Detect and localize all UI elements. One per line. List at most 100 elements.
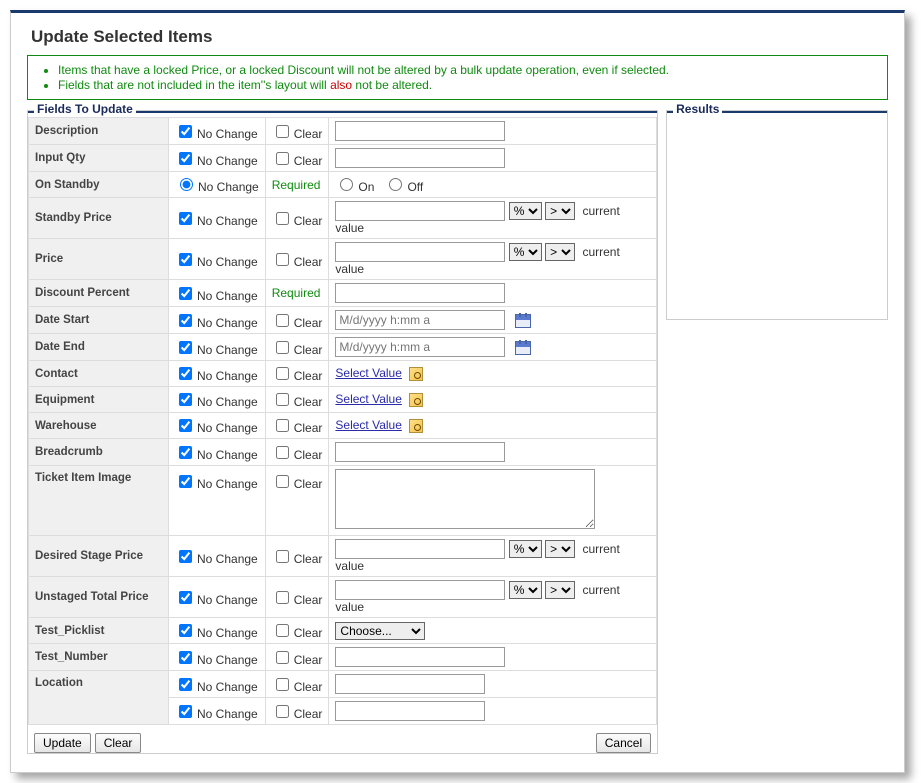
row-ticket-item-image: Ticket Item Image No Change Clear <box>29 466 657 536</box>
nochange-warehouse[interactable] <box>179 419 192 432</box>
input-breadcrumb[interactable] <box>335 442 505 462</box>
nochange-date-start[interactable] <box>179 314 192 327</box>
cancel-button[interactable]: Cancel <box>596 733 651 753</box>
input-unstaged-total-price[interactable] <box>335 580 505 600</box>
nochange-contact[interactable] <box>179 367 192 380</box>
results-panel: Results <box>666 110 888 320</box>
calendar-icon[interactable] <box>515 341 531 355</box>
select-value-equipment[interactable]: Select Value <box>335 392 402 406</box>
clear-location-1[interactable] <box>276 678 289 691</box>
clear-input-qty[interactable] <box>276 152 289 165</box>
input-location-1[interactable] <box>335 674 485 694</box>
input-standby-price[interactable] <box>335 201 505 221</box>
input-input-qty[interactable] <box>335 148 505 168</box>
clear-breadcrumb[interactable] <box>276 446 289 459</box>
fields-to-update-panel: Fields To Update Description No Change C… <box>27 110 658 754</box>
unit-unstaged-total-price[interactable]: % <box>509 581 542 599</box>
row-contact: Contact No Change Clear Select Value <box>29 361 657 387</box>
clear-equipment[interactable] <box>276 393 289 406</box>
label-breadcrumb: Breadcrumb <box>29 439 169 466</box>
label-contact: Contact <box>29 361 169 387</box>
select-value-contact[interactable]: Select Value <box>335 366 402 380</box>
row-description: Description No Change Clear <box>29 118 657 145</box>
clear-location-2[interactable] <box>276 705 289 718</box>
nochange-standby-price[interactable] <box>179 212 192 225</box>
radio-off[interactable] <box>389 178 402 191</box>
nochange-test-picklist[interactable] <box>179 624 192 637</box>
nochange-input-qty[interactable] <box>179 152 192 165</box>
nochange-equipment[interactable] <box>179 393 192 406</box>
clear-date-end[interactable] <box>276 341 289 354</box>
clear-contact[interactable] <box>276 367 289 380</box>
input-date-end[interactable] <box>335 337 505 357</box>
nochange-test-number[interactable] <box>179 651 192 664</box>
nochange-discount-percent[interactable] <box>179 287 192 300</box>
nochange-on-standby[interactable] <box>180 178 193 191</box>
textarea-ticket-item-image[interactable] <box>335 469 595 529</box>
label-on-standby: On Standby <box>29 172 169 198</box>
fields-table: Description No Change Clear Input Qty No… <box>28 117 657 725</box>
row-date-end: Date End No Change Clear <box>29 334 657 361</box>
nochange-date-end[interactable] <box>179 341 192 354</box>
dialog-title: Update Selected Items <box>31 27 892 47</box>
lookup-icon[interactable] <box>409 419 423 433</box>
update-button[interactable]: Update <box>34 733 91 753</box>
label-location: Location <box>29 671 169 725</box>
lookup-icon[interactable] <box>409 367 423 381</box>
clear-desired-stage-price[interactable] <box>276 550 289 563</box>
label-input-qty: Input Qty <box>29 145 169 172</box>
label-description: Description <box>29 118 169 145</box>
results-legend: Results <box>673 102 722 116</box>
clear-price[interactable] <box>276 253 289 266</box>
nochange-description[interactable] <box>179 125 192 138</box>
nochange-unstaged-total-price[interactable] <box>179 591 192 604</box>
clear-test-picklist[interactable] <box>276 624 289 637</box>
note-line-2: Fields that are not included in the item… <box>58 78 877 92</box>
calendar-icon[interactable] <box>515 314 531 328</box>
row-warehouse: Warehouse No Change Clear Select Value <box>29 413 657 439</box>
input-discount-percent[interactable] <box>335 283 505 303</box>
note-line-1: Items that have a locked Price, or a loc… <box>58 63 877 77</box>
input-test-number[interactable] <box>335 647 505 667</box>
label-equipment: Equipment <box>29 387 169 413</box>
clear-description[interactable] <box>276 125 289 138</box>
row-date-start: Date Start No Change Clear <box>29 307 657 334</box>
lookup-icon[interactable] <box>409 393 423 407</box>
clear-button[interactable]: Clear <box>95 733 142 753</box>
select-test-picklist[interactable]: Choose... <box>335 622 425 640</box>
op-desired-stage-price[interactable]: > <box>545 540 575 558</box>
label-date-end: Date End <box>29 334 169 361</box>
notes-box: Items that have a locked Price, or a loc… <box>27 55 888 100</box>
nochange-location-1[interactable] <box>179 678 192 691</box>
fields-legend: Fields To Update <box>34 102 136 116</box>
nochange-price[interactable] <box>179 253 192 266</box>
nochange-location-2[interactable] <box>179 705 192 718</box>
radio-on[interactable] <box>340 178 353 191</box>
clear-ticket-item-image[interactable] <box>276 475 289 488</box>
row-location-1: Location No Change Clear <box>29 671 657 698</box>
clear-test-number[interactable] <box>276 651 289 664</box>
label-price: Price <box>29 239 169 280</box>
clear-unstaged-total-price[interactable] <box>276 591 289 604</box>
nochange-ticket-item-image[interactable] <box>179 475 192 488</box>
unit-price[interactable]: % <box>509 243 542 261</box>
nochange-desired-stage-price[interactable] <box>179 550 192 563</box>
input-price[interactable] <box>335 242 505 262</box>
input-description[interactable] <box>335 121 505 141</box>
input-desired-stage-price[interactable] <box>335 539 505 559</box>
op-standby-price[interactable]: > <box>545 202 575 220</box>
row-standby-price: Standby Price No Change Clear % > curren… <box>29 198 657 239</box>
unit-standby-price[interactable]: % <box>509 202 542 220</box>
row-equipment: Equipment No Change Clear Select Value <box>29 387 657 413</box>
input-date-start[interactable] <box>335 310 505 330</box>
clear-standby-price[interactable] <box>276 212 289 225</box>
select-value-warehouse[interactable]: Select Value <box>335 418 402 432</box>
nochange-breadcrumb[interactable] <box>179 446 192 459</box>
required-on-standby: Required <box>272 178 321 192</box>
clear-warehouse[interactable] <box>276 419 289 432</box>
op-unstaged-total-price[interactable]: > <box>545 581 575 599</box>
unit-desired-stage-price[interactable]: % <box>509 540 542 558</box>
op-price[interactable]: > <box>545 243 575 261</box>
input-location-2[interactable] <box>335 701 485 721</box>
clear-date-start[interactable] <box>276 314 289 327</box>
